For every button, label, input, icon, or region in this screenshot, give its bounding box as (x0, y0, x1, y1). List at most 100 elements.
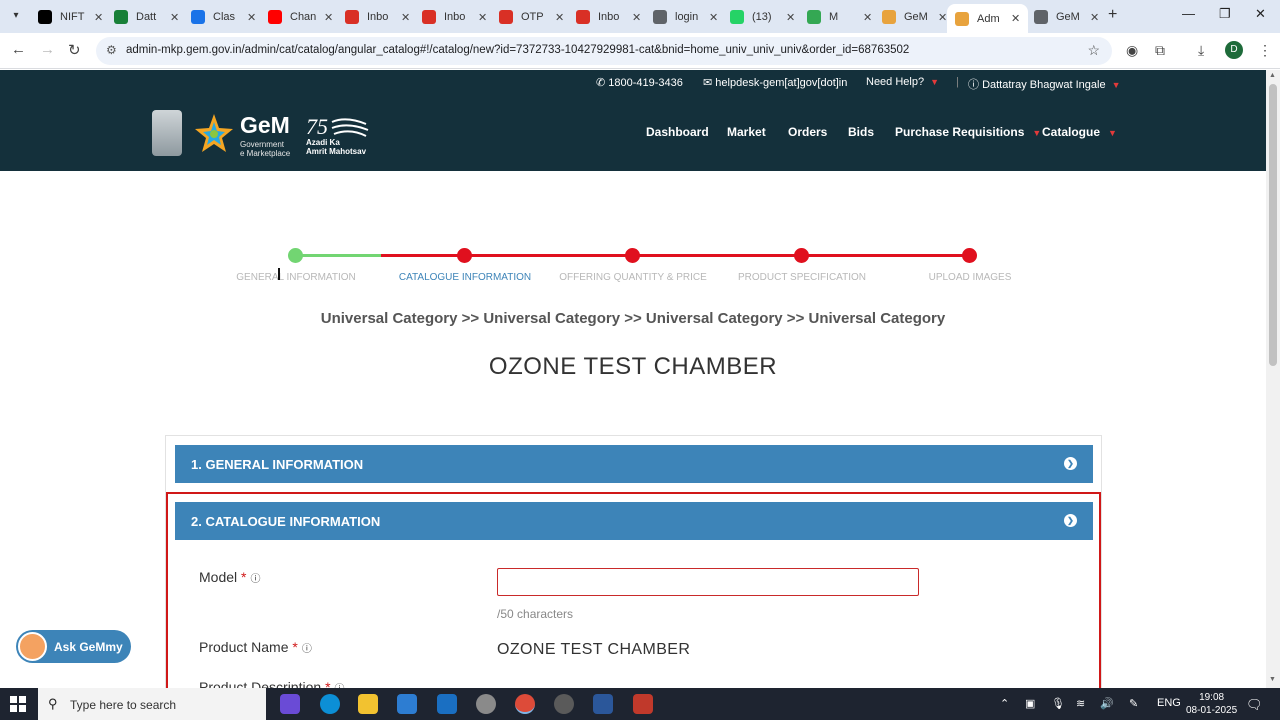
step-dot-specification[interactable] (794, 248, 809, 263)
tab-close-icon[interactable]: ✕ (709, 11, 718, 24)
browser-tab[interactable]: OTP ✕ (499, 4, 564, 30)
site-info-icon[interactable]: ⚙ (106, 43, 117, 57)
user-menu[interactable]: ⓘ Dattatray Bhagwat Ingale ▼ (968, 76, 1121, 92)
browser-tab[interactable]: (13) ✕ (730, 4, 795, 30)
ask-gemmy-chatbot-button[interactable]: Ask GeMmy (16, 630, 131, 663)
browser-tab[interactable]: login ✕ (653, 4, 718, 30)
tab-close-icon[interactable]: ✕ (632, 11, 641, 24)
browser-tab[interactable]: Inbo ✕ (345, 4, 410, 30)
tab-close-icon[interactable]: ✕ (94, 11, 103, 24)
step-label-specification[interactable]: PRODUCT SPECIFICATION (738, 272, 866, 283)
windows-start-icon[interactable] (10, 696, 26, 712)
step-label-general[interactable]: GENERAL INFORMATION (236, 272, 355, 283)
scroll-up-icon[interactable]: ▲ (1269, 72, 1276, 79)
volume-icon[interactable]: 🔊 (1100, 697, 1114, 710)
tray-meet-icon[interactable]: ▣ (1025, 697, 1035, 710)
back-icon[interactable]: ← (11, 41, 26, 58)
browser-tab[interactable]: GeM ✕ (882, 4, 947, 30)
gemmy-avatar-icon (18, 632, 47, 661)
nav-orders[interactable]: Orders (788, 125, 827, 139)
extension-g-icon[interactable]: ◉ (1126, 42, 1138, 59)
browser-tab[interactable]: M ✕ (807, 4, 872, 30)
browser-tab[interactable]: NIFT ✕ (38, 4, 103, 30)
pen-icon[interactable]: ✎ (1129, 697, 1138, 710)
mail-app-icon[interactable] (437, 694, 457, 714)
info-icon[interactable]: ⓘ (250, 574, 260, 585)
step-dot-general[interactable] (288, 248, 303, 263)
tab-favicon-icon (422, 10, 436, 24)
nav-market[interactable]: Market (727, 125, 766, 139)
tab-close-icon[interactable]: ✕ (247, 11, 256, 24)
maximize-icon[interactable]: ❐ (1219, 6, 1231, 22)
model-input[interactable] (497, 568, 919, 596)
reload-icon[interactable]: ↻ (68, 41, 81, 59)
model-label: Model * ⓘ (199, 569, 261, 585)
tab-close-icon[interactable]: ✕ (478, 11, 487, 24)
step-dot-images[interactable] (962, 248, 977, 263)
pdf-app-icon[interactable] (633, 694, 653, 714)
step-dot-catalogue[interactable] (457, 248, 472, 263)
extensions-puzzle-icon[interactable]: ⧉ (1155, 42, 1165, 59)
minimize-icon[interactable]: — (1182, 6, 1195, 21)
browser-tab[interactable]: Datt ✕ (114, 4, 179, 30)
tray-chevron-icon[interactable]: ⌃ (1000, 697, 1009, 710)
bookmark-star-icon[interactable]: ☆ (1087, 42, 1100, 59)
file-explorer-icon[interactable] (358, 694, 378, 714)
step-dot-offering[interactable] (625, 248, 640, 263)
tab-close-icon[interactable]: ✕ (401, 11, 410, 24)
tab-close-icon[interactable]: ✕ (555, 11, 564, 24)
language-indicator[interactable]: ENG (1157, 697, 1181, 709)
nav-purchase-requisitions[interactable]: Purchase Requisitions ▼ (895, 125, 1041, 139)
download-icon[interactable]: ⤓ (1198, 42, 1204, 59)
info-icon[interactable]: ⓘ (302, 644, 312, 655)
browser-tab[interactable]: Inbo ✕ (422, 4, 487, 30)
clock-app-icon[interactable] (554, 694, 574, 714)
need-help-menu[interactable]: Need Help? ▼ (866, 76, 939, 88)
new-tab-button[interactable]: + (1108, 6, 1117, 24)
network-app-icon[interactable] (476, 694, 496, 714)
accordion-general-information[interactable]: 1. GENERAL INFORMATION ❯ (175, 445, 1093, 483)
wifi-icon[interactable]: ≋ (1076, 697, 1085, 710)
browser-tab[interactable]: Adm ✕ (947, 4, 1029, 33)
copilot-app-icon[interactable] (280, 694, 300, 714)
scrollbar-thumb[interactable] (1269, 84, 1277, 366)
tab-close-icon[interactable]: ✕ (1011, 12, 1020, 25)
profile-avatar[interactable]: D (1225, 41, 1243, 59)
tab-search-dropdown-icon[interactable]: ▾ (6, 6, 26, 26)
notifications-icon[interactable]: 🗨 (1246, 697, 1263, 713)
word-app-icon[interactable] (593, 694, 613, 714)
url-text[interactable]: admin-mkp.gem.gov.in/admin/cat/catalog/a… (126, 44, 909, 56)
nav-bids[interactable]: Bids (848, 125, 874, 139)
store-app-icon[interactable] (397, 694, 417, 714)
accordion-catalogue-information[interactable]: 2. CATALOGUE INFORMATION ❯ (175, 502, 1093, 540)
browser-menu-icon[interactable]: ⋮ (1258, 42, 1272, 59)
omnibox[interactable]: ⚙ admin-mkp.gem.gov.in/admin/cat/catalog… (96, 37, 1112, 65)
browser-tab[interactable]: Chan ✕ (268, 4, 333, 30)
edge-app-icon[interactable] (320, 694, 340, 714)
tab-close-icon[interactable]: ✕ (324, 11, 333, 24)
taskbar-search-box[interactable]: ⚲ Type here to search (38, 688, 266, 720)
browser-tab[interactable]: GeM ✕ (1034, 4, 1099, 30)
chrome-app-icon[interactable] (515, 694, 535, 714)
nav-catalogue[interactable]: Catalogue ▼ (1042, 125, 1117, 139)
step-label-catalogue[interactable]: CATALOGUE INFORMATION (399, 272, 531, 283)
system-clock[interactable]: 19:08 08-01-2025 (1186, 691, 1237, 717)
page-scrollbar[interactable]: ▲ ▼ (1266, 70, 1280, 688)
step-label-offering[interactable]: OFFERING QUANTITY & PRICE (559, 272, 707, 283)
step-label-images[interactable]: UPLOAD IMAGES (929, 272, 1012, 283)
tab-close-icon[interactable]: ✕ (863, 11, 872, 24)
tab-close-icon[interactable]: ✕ (170, 11, 179, 24)
helpdesk-email[interactable]: ✉ helpdesk-gem[at]gov[dot]in (703, 76, 847, 89)
forward-icon[interactable]: → (40, 41, 55, 58)
helpline-phone[interactable]: ✆ 1800-419-3436 (596, 76, 683, 89)
scroll-down-icon[interactable]: ▼ (1269, 676, 1276, 683)
tab-close-icon[interactable]: ✕ (1090, 11, 1099, 24)
nav-dashboard[interactable]: Dashboard (646, 125, 709, 139)
tab-close-icon[interactable]: ✕ (938, 11, 947, 24)
browser-tab[interactable]: Clas ✕ (191, 4, 256, 30)
browser-tab[interactable]: Inbo ✕ (576, 4, 641, 30)
close-window-icon[interactable]: ✕ (1255, 6, 1266, 22)
tab-title: Clas (213, 11, 236, 23)
tab-close-icon[interactable]: ✕ (786, 11, 795, 24)
microphone-icon[interactable]: 🎙 (1051, 697, 1065, 710)
